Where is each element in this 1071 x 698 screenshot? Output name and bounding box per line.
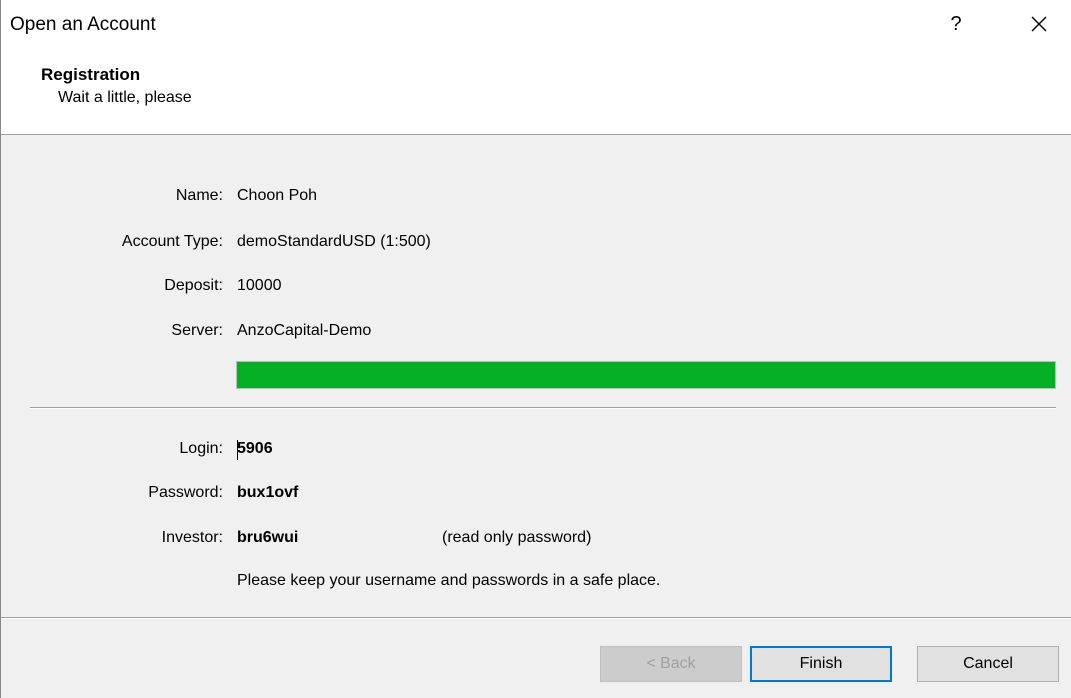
login-label: Login:	[179, 440, 223, 457]
back-button[interactable]: < Back	[600, 646, 742, 682]
finish-button[interactable]: Finish	[750, 646, 892, 682]
investor-value[interactable]: bru6wui	[237, 529, 298, 547]
close-icon	[1031, 16, 1047, 32]
account-type-label: Account Type:	[121, 233, 223, 250]
deposit-value: 10000	[237, 277, 282, 294]
investor-label: Investor:	[161, 529, 223, 546]
close-button[interactable]	[1025, 10, 1053, 38]
footer-divider	[1, 617, 1071, 619]
investor-note: (read only password)	[442, 529, 592, 546]
server-value: AnzoCapital-Demo	[237, 322, 372, 339]
content-divider	[30, 407, 1056, 409]
name-label: Name:	[175, 187, 223, 204]
wizard-header: Registration Wait a little, please	[1, 54, 1071, 135]
name-value: Choon Poh	[237, 187, 318, 204]
account-type-value: demoStandardUSD (1:500)	[237, 233, 431, 250]
cancel-button[interactable]: Cancel	[917, 646, 1059, 682]
password-label: Password:	[148, 484, 223, 501]
safety-notice: Please keep your username and passwords …	[237, 572, 661, 589]
progress-fill	[237, 362, 1055, 388]
registration-progress-bar	[236, 361, 1056, 389]
title-bar: Open an Account ?	[1, 0, 1071, 54]
password-value[interactable]: bux1ovf	[237, 484, 298, 502]
deposit-label: Deposit:	[164, 277, 223, 294]
wizard-step-title: Registration	[41, 65, 141, 84]
window-title: Open an Account	[10, 14, 156, 35]
login-value[interactable]: 5906	[237, 440, 273, 458]
server-label: Server:	[171, 322, 223, 339]
help-button[interactable]: ?	[941, 6, 971, 42]
open-account-dialog: Open an Account ? Registration Wait a li…	[0, 0, 1071, 698]
wizard-step-subtitle: Wait a little, please	[58, 89, 192, 106]
text-caret	[237, 440, 238, 460]
